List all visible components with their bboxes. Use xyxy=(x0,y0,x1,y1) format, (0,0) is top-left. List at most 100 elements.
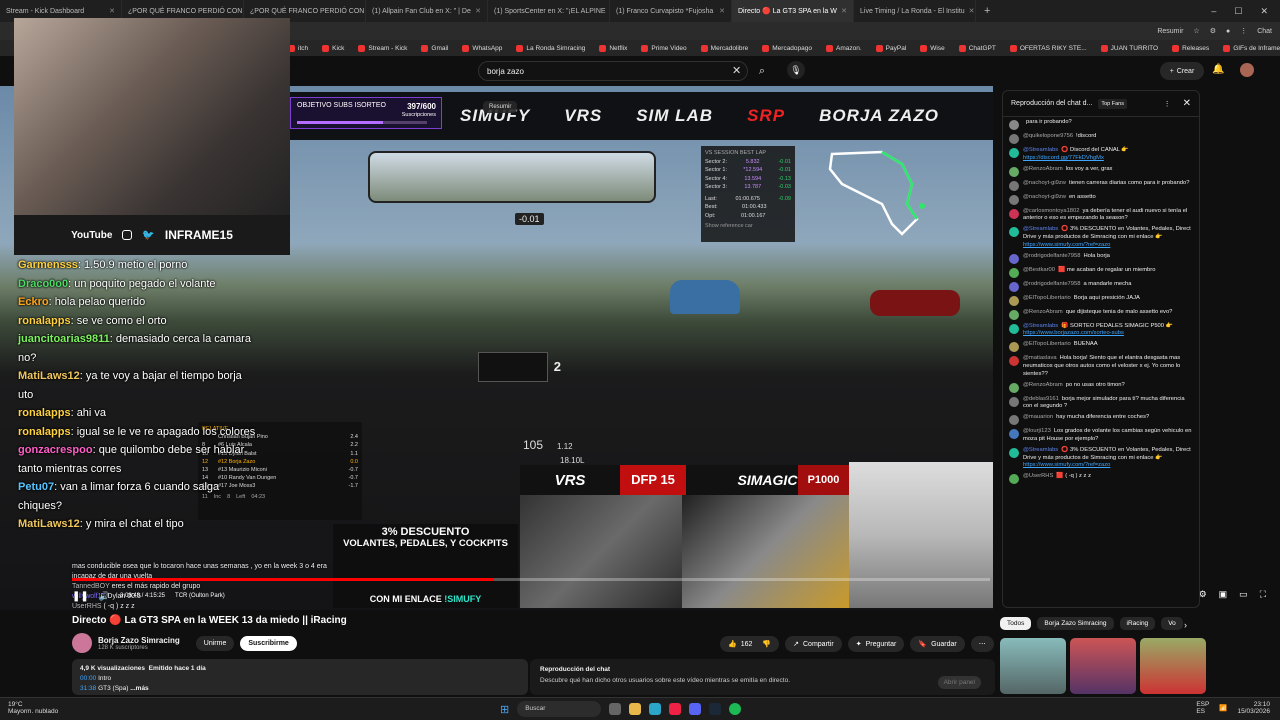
share-button[interactable]: ↗ Compartir xyxy=(785,636,842,652)
browser-tab[interactable]: Directo 🔴 La GT3 SPA en la W ✕ xyxy=(732,0,854,22)
chat-username[interactable]: @matiaslava xyxy=(1023,355,1057,361)
chat-avatar[interactable] xyxy=(1009,227,1019,238)
chevron-right-icon[interactable]: › xyxy=(1184,620,1187,630)
bookmark-item[interactable]: Stream - Kick xyxy=(358,44,407,52)
browser-tab[interactable]: (1) Franco Curvapisto *Fujosha ✕ xyxy=(610,0,732,22)
chat-menu-icon[interactable]: ⋮ xyxy=(1164,100,1171,108)
steam-icon[interactable] xyxy=(709,703,722,715)
tab-close-icon[interactable]: ✕ xyxy=(719,7,725,15)
maximize-icon[interactable]: ☐ xyxy=(1234,6,1242,17)
thumbnail-3[interactable] xyxy=(1140,638,1206,694)
fullscreen-icon[interactable]: ⛶ xyxy=(1260,589,1266,600)
windows-start-icon[interactable]: ⊞ xyxy=(500,703,509,716)
bookmark-item[interactable]: Mercadolibre xyxy=(700,44,748,52)
miniplayer-icon[interactable]: ▣ xyxy=(1219,589,1228,600)
chat-avatar[interactable] xyxy=(1009,342,1019,353)
mic-icon[interactable]: 🎙 xyxy=(787,61,805,79)
chat-username[interactable]: @Bestkar00 xyxy=(1023,267,1055,273)
chat-avatar[interactable] xyxy=(1009,281,1019,292)
chat-avatar[interactable] xyxy=(1009,148,1019,158)
chapter-1-time[interactable]: 00:00 xyxy=(80,675,96,682)
new-tab-button[interactable]: + xyxy=(976,5,998,17)
chat-avatar[interactable] xyxy=(1009,194,1019,205)
bell-icon[interactable]: 🔔 xyxy=(1212,64,1224,75)
minimize-icon[interactable]: – xyxy=(1211,6,1216,17)
chat-avatar[interactable] xyxy=(1009,267,1019,278)
bookmark-item[interactable]: JUAN TURRITO xyxy=(1100,44,1158,52)
chat-username[interactable]: @rodrigodelfante7958 xyxy=(1023,253,1080,259)
like-button[interactable]: 👍 162 👎 xyxy=(720,636,780,652)
close-icon[interactable]: ✕ xyxy=(1260,6,1268,17)
ask-button[interactable]: ✦ Preguntar xyxy=(847,636,905,652)
spotify-icon[interactable] xyxy=(729,703,742,715)
extensions-icon[interactable]: ⚙ xyxy=(1210,27,1216,35)
chat-username[interactable]: @deblas9161 xyxy=(1023,396,1059,402)
chat-avatar[interactable] xyxy=(1009,429,1019,440)
thumbnail-2[interactable] xyxy=(1070,638,1136,694)
chat-link[interactable]: https://www.simufy.com/?ref=zazo xyxy=(1023,242,1110,248)
bookmark-item[interactable]: Releases xyxy=(1172,44,1209,52)
star-icon[interactable]: ☆ xyxy=(1193,27,1199,35)
subscribe-button[interactable]: Suscribirme xyxy=(240,635,297,651)
chat-username[interactable]: @Streamlabs xyxy=(1023,226,1058,232)
edge-icon[interactable] xyxy=(649,703,662,715)
player-chapter[interactable]: TCR (Oulton Park) xyxy=(175,593,225,599)
clear-search-icon[interactable]: ✕ xyxy=(732,64,741,77)
chat-avatar[interactable] xyxy=(1009,309,1019,320)
create-button[interactable]: + Crear xyxy=(1160,62,1204,80)
chat-username[interactable]: @Streamlabs xyxy=(1023,147,1058,153)
filter-chip[interactable]: Borja Zazo Simracing xyxy=(1037,617,1114,630)
channel-avatar[interactable] xyxy=(72,633,92,653)
weather-widget[interactable]: 19°C Mayorm. nublado xyxy=(8,701,58,715)
chat-avatar[interactable] xyxy=(1009,295,1019,306)
thumbnail-1[interactable] xyxy=(1000,638,1066,694)
chat-username[interactable]: @quikelopone9756 xyxy=(1023,133,1073,139)
chat-username[interactable]: @RenzoAbram xyxy=(1023,309,1063,315)
chat-link[interactable]: https://www.simufy.com/?ref=zazo xyxy=(1023,462,1110,468)
tab-close-icon[interactable]: ✕ xyxy=(841,7,847,15)
chat-button[interactable]: Chat xyxy=(1257,28,1272,35)
bookmark-item[interactable]: Netflix xyxy=(599,44,627,52)
resumir-overlay-button[interactable]: Resumir xyxy=(483,101,518,113)
volume-icon[interactable]: 🔊 xyxy=(99,591,110,602)
bookmark-item[interactable]: Wise xyxy=(920,44,945,52)
chat-username[interactable]: @Streamlabs xyxy=(1023,447,1058,453)
chat-username[interactable]: @mauarion xyxy=(1023,414,1053,420)
search-input[interactable]: borja zazo xyxy=(478,61,748,81)
chat-avatar[interactable] xyxy=(1009,180,1019,191)
bookmark-item[interactable]: La Ronda Simracing xyxy=(516,44,585,52)
filter-chip[interactable]: iRacing xyxy=(1119,617,1156,630)
chat-avatar[interactable] xyxy=(1009,134,1019,144)
chat-username[interactable]: @lourji123 xyxy=(1023,428,1051,434)
save-button[interactable]: 🔖 Guardar xyxy=(910,636,965,652)
clock[interactable]: 23:10 15/03/2026 xyxy=(1237,701,1270,715)
top-fans-chip[interactable]: Top Fans xyxy=(1098,98,1127,109)
tab-close-icon[interactable]: ✕ xyxy=(969,7,975,15)
bookmark-item[interactable]: WhatsApp xyxy=(462,44,502,52)
chat-username[interactable]: @RenzoAbram xyxy=(1023,382,1063,388)
user-avatar[interactable] xyxy=(1240,63,1254,77)
bookmark-item[interactable]: itch xyxy=(288,44,308,52)
filter-chip[interactable]: Todos xyxy=(1000,617,1032,630)
taskview-icon[interactable] xyxy=(609,703,622,715)
chat-username[interactable]: @rodrigodelfante7958 xyxy=(1023,281,1080,287)
chat-avatar[interactable] xyxy=(1009,396,1019,407)
chat-username[interactable]: @carlosmontoya1802 xyxy=(1023,208,1079,214)
bookmark-item[interactable]: Prime Video xyxy=(641,44,687,52)
more-actions-icon[interactable]: ⋯ xyxy=(970,636,994,652)
chat-avatar[interactable] xyxy=(1009,474,1019,485)
chat-username[interactable]: @Streamlabs xyxy=(1023,323,1058,329)
search-icon[interactable]: ⌕ xyxy=(752,61,772,81)
bookmark-item[interactable]: OFERTAS RIKY STE... xyxy=(1009,44,1087,52)
resumir-button[interactable]: Resumir xyxy=(1157,28,1183,35)
wifi-icon[interactable]: 📶 xyxy=(1219,705,1227,712)
profile-icon[interactable]: ● xyxy=(1226,28,1230,35)
browser-tab[interactable]: (1) SportsCenter en X: "¡EL ALPINE✕ xyxy=(488,0,610,22)
chat-avatar[interactable] xyxy=(1009,253,1019,264)
chat-avatar[interactable] xyxy=(1009,447,1019,458)
explorer-icon[interactable] xyxy=(629,703,642,715)
open-panel-button[interactable]: Abrir panel xyxy=(937,676,981,689)
chat-avatar[interactable] xyxy=(1009,323,1019,334)
filter-chip[interactable]: Vo xyxy=(1161,617,1183,630)
chat-avatar[interactable] xyxy=(1009,356,1019,367)
